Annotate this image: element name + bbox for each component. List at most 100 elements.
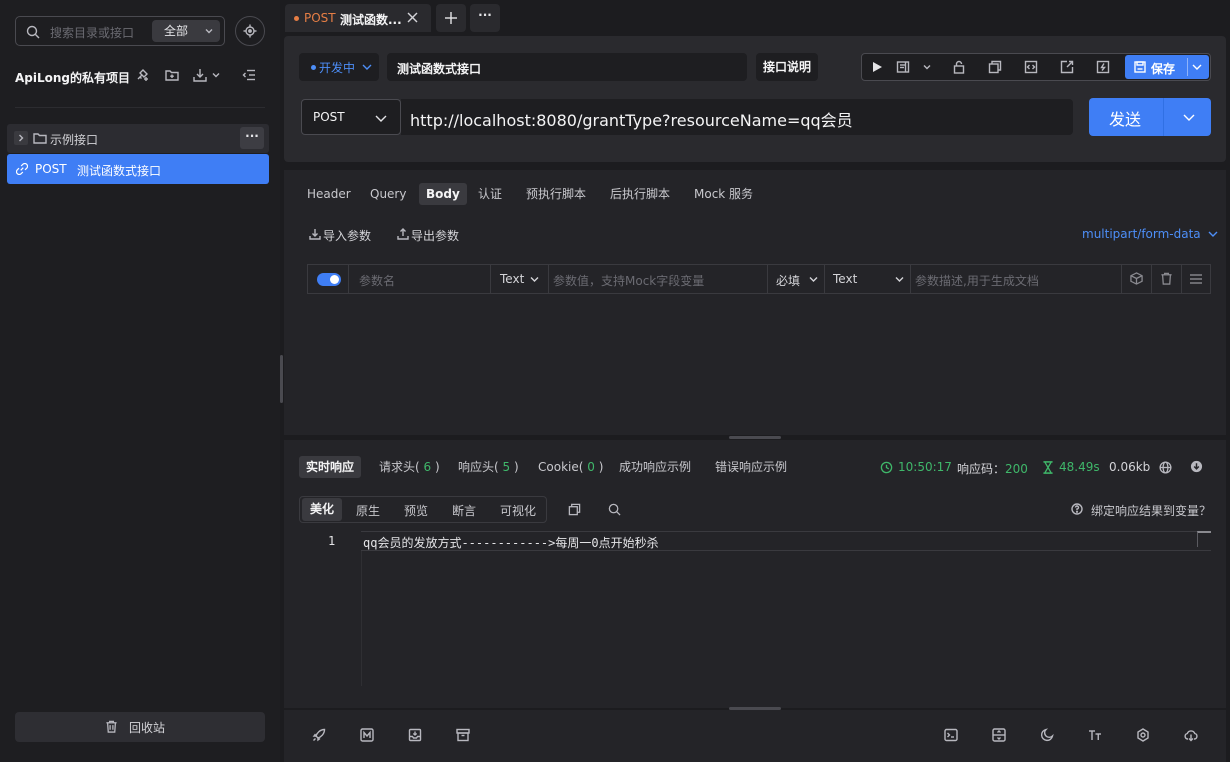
- rocket-icon[interactable]: [312, 728, 326, 742]
- tab-body[interactable]: Body: [419, 183, 467, 205]
- chevron-down-icon: [895, 277, 904, 282]
- flash-icon[interactable]: [1096, 60, 1110, 74]
- tab-post-script[interactable]: 后执行脚本: [610, 183, 670, 205]
- tab-live-response[interactable]: 实时响应: [299, 456, 362, 478]
- method-select[interactable]: POST: [301, 99, 401, 135]
- folder-item[interactable]: 示例接口 ···: [7, 124, 269, 153]
- api-doc-button[interactable]: 接口说明: [756, 53, 818, 81]
- api-item[interactable]: POST 测试函数式接口: [7, 154, 269, 184]
- globe-icon[interactable]: [1159, 461, 1172, 474]
- new-api-button[interactable]: [135, 68, 149, 82]
- param-delete-button[interactable]: [1152, 265, 1182, 293]
- layout-split-icon[interactable]: [992, 728, 1006, 742]
- response-body[interactable]: qq会员的发放方式------------>每周一0点开始秒杀: [363, 534, 659, 551]
- tab-more-button[interactable]: ···: [470, 4, 500, 32]
- env-select[interactable]: 开发中: [299, 53, 379, 81]
- param-type-select[interactable]: Text: [491, 265, 549, 293]
- chevron-down-icon[interactable]: [1181, 109, 1197, 125]
- param-field-type-select[interactable]: Text: [825, 265, 911, 293]
- markdown-icon[interactable]: [360, 728, 374, 742]
- new-folder-button[interactable]: [165, 68, 179, 82]
- sidebar-resize-handle[interactable]: [280, 355, 283, 403]
- script-icon[interactable]: [896, 60, 910, 74]
- param-name-input[interactable]: 参数名: [359, 272, 395, 289]
- param-required-select[interactable]: 必填: [768, 265, 825, 293]
- param-mock-button[interactable]: [1122, 265, 1152, 293]
- copy-icon[interactable]: [988, 60, 1002, 74]
- chevron-down-icon[interactable]: [1191, 61, 1203, 73]
- tab-success-example[interactable]: 成功响应示例: [619, 456, 691, 478]
- view-visualize[interactable]: 可视化: [500, 502, 536, 519]
- param-enable-toggle[interactable]: [317, 273, 341, 286]
- trash-button[interactable]: 回收站: [15, 712, 265, 742]
- tab-response-headers[interactable]: 响应头( 5 ): [458, 456, 519, 478]
- download-response-icon[interactable]: [1190, 460, 1203, 473]
- archive-icon[interactable]: [456, 728, 470, 742]
- trash-icon: [106, 720, 117, 733]
- view-preview[interactable]: 预览: [404, 502, 428, 519]
- collapse-button[interactable]: [242, 68, 256, 82]
- content-type-select[interactable]: multipart/form-data: [1082, 227, 1219, 241]
- view-assert[interactable]: 断言: [452, 502, 476, 519]
- param-drag-handle[interactable]: [1182, 265, 1210, 293]
- tab-active[interactable]: POST 测试函数...: [285, 4, 431, 32]
- moon-icon[interactable]: [1040, 728, 1054, 742]
- view-raw[interactable]: 原生: [356, 502, 380, 519]
- param-value-cell[interactable]: 参数值，支持Mock字段变量: [549, 265, 768, 293]
- share-icon[interactable]: [1060, 60, 1074, 74]
- code-icon[interactable]: [1024, 60, 1038, 74]
- font-size-icon[interactable]: [1088, 728, 1102, 742]
- expand-button[interactable]: [14, 131, 28, 145]
- chevron-down-icon: [530, 277, 539, 282]
- sidebar-divider: [15, 107, 265, 108]
- tab-pre-script[interactable]: 预执行脚本: [526, 183, 586, 205]
- locate-button[interactable]: [235, 16, 265, 46]
- chevron-down-icon: [375, 115, 387, 122]
- terminal-icon[interactable]: [944, 728, 958, 742]
- lock-icon[interactable]: [952, 60, 966, 74]
- import-button[interactable]: [193, 68, 221, 82]
- param-desc-input[interactable]: 参数描述,用于生成文档: [915, 272, 1039, 289]
- drag-lines-icon: [1190, 274, 1202, 284]
- tab-cookie[interactable]: Cookie( 0 ): [538, 456, 603, 478]
- tab-auth[interactable]: 认证: [478, 183, 502, 205]
- import-icon: [309, 229, 321, 240]
- scope-select[interactable]: 全部: [152, 20, 220, 42]
- add-tab-button[interactable]: [436, 4, 466, 32]
- param-name-cell[interactable]: 参数名: [349, 265, 491, 293]
- tab-query[interactable]: Query: [370, 183, 406, 205]
- tab-header[interactable]: Header: [307, 183, 351, 205]
- tab-request-headers[interactable]: 请求头( 6 ): [379, 456, 440, 478]
- chevron-right-icon: [19, 134, 24, 142]
- response-panel: [284, 440, 1226, 708]
- panel-split-handle[interactable]: [729, 436, 781, 439]
- close-icon[interactable]: [407, 12, 418, 23]
- api-name-input[interactable]: 测试函数式接口: [387, 53, 747, 81]
- cloud-sync-icon[interactable]: [1184, 728, 1198, 742]
- folder-more-button[interactable]: ···: [240, 127, 264, 149]
- status-code: 响应码：200: [957, 460, 1028, 477]
- help-icon: [1071, 503, 1083, 515]
- export-label: 导出参数: [411, 229, 460, 243]
- search-icon[interactable]: [608, 503, 621, 516]
- chevron-down-icon[interactable]: [922, 62, 932, 72]
- sidebar: [0, 0, 280, 762]
- save-button[interactable]: 保存: [1125, 55, 1209, 79]
- send-button[interactable]: 发送: [1089, 98, 1211, 136]
- copy-icon[interactable]: [568, 503, 581, 516]
- tab-mock[interactable]: Mock 服务: [694, 183, 753, 205]
- gear-icon[interactable]: [1136, 728, 1150, 742]
- view-pretty[interactable]: 美化: [302, 498, 343, 521]
- editor-minimap-marker[interactable]: [1197, 531, 1211, 547]
- url-input[interactable]: http://localhost:8080/grantType?resource…: [401, 99, 1073, 135]
- inbox-icon[interactable]: [408, 728, 422, 742]
- param-value-input[interactable]: 参数值，支持Mock字段变量: [553, 272, 704, 289]
- hourglass-icon: [1043, 461, 1053, 474]
- response-time-value: 10:50:17: [898, 460, 952, 474]
- tab-error-example[interactable]: 错误响应示例: [715, 456, 787, 478]
- search-input[interactable]: 搜索目录或接口: [50, 24, 134, 41]
- param-desc-cell[interactable]: 参数描述,用于生成文档: [911, 265, 1122, 293]
- run-icon[interactable]: [870, 60, 884, 74]
- tab-request-headers-label: 请求头: [379, 460, 416, 474]
- search-box[interactable]: 搜索目录或接口 全部: [15, 16, 225, 46]
